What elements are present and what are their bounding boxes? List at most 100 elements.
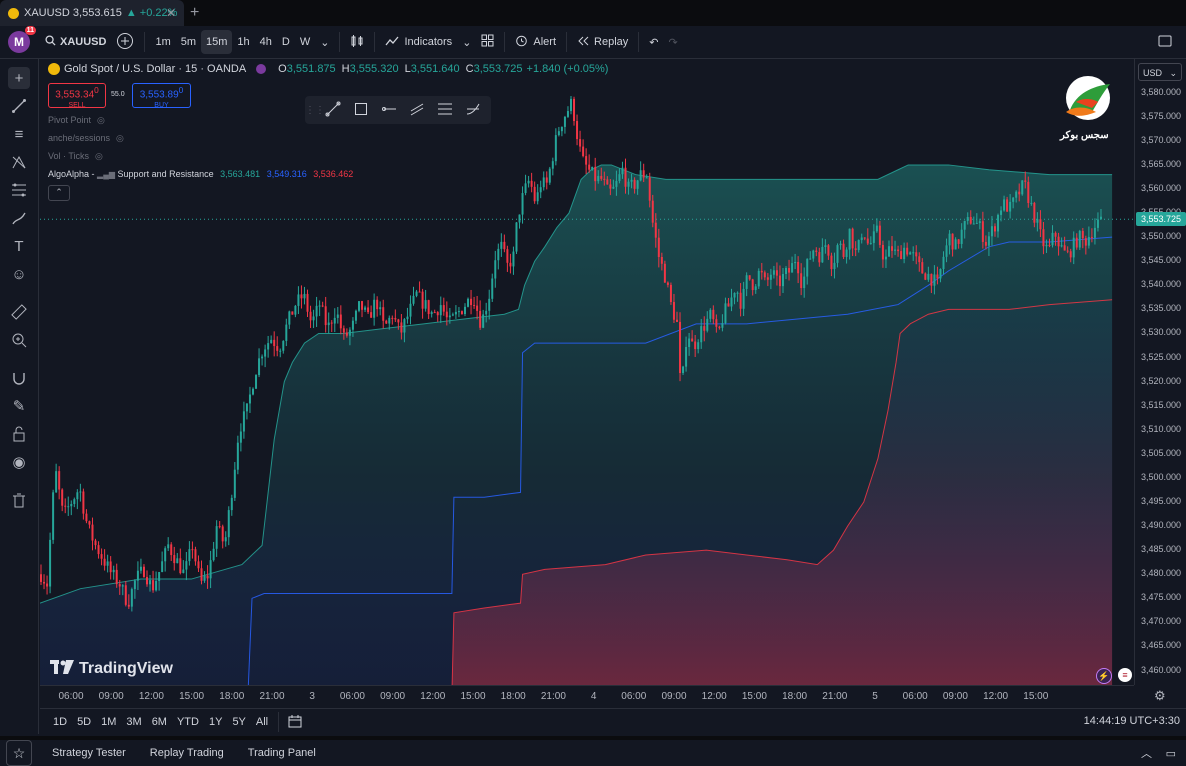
buy-label: BUY: [154, 102, 169, 110]
trend-line-icon[interactable]: [8, 95, 30, 117]
time-axis[interactable]: 06:00 09:00 12:00 15:00 18:00 21:00 3 06:00 09:0…: [40, 685, 1134, 708]
range-5d[interactable]: 5D: [72, 716, 96, 728]
indicator-pivot-point[interactable]: Pivot Point ◎: [48, 115, 105, 126]
chevron-up-icon[interactable]: ︿: [1141, 745, 1152, 761]
interval-dropdown-chevron-icon[interactable]: ⌄: [315, 30, 334, 54]
candle-body: [815, 250, 818, 253]
settings-gear-icon[interactable]: ⚙: [1154, 688, 1166, 704]
tab-replay-trading[interactable]: Replay Trading: [138, 747, 236, 759]
indicators-button[interactable]: Indicators: [380, 30, 457, 54]
compare-symbol-button[interactable]: [111, 30, 139, 54]
range-1m[interactable]: 1M: [96, 716, 121, 728]
close-tab-icon[interactable]: ✕: [166, 6, 176, 20]
pitchfork-icon[interactable]: [8, 151, 30, 173]
candle-body: [512, 251, 515, 267]
us-flag-icon[interactable]: ≡: [1118, 668, 1132, 682]
rectangle-tool-icon[interactable]: [347, 101, 375, 120]
range-3m[interactable]: 3M: [121, 716, 146, 728]
toolbar-divider: [374, 32, 376, 52]
symbol-search-button[interactable]: XAUUSD: [40, 30, 111, 54]
price-axis[interactable]: USD ⌄ 3,580.000 3,575.000 3,570.000 3,565.0…: [1134, 59, 1186, 685]
currency-selector[interactable]: USD ⌄: [1138, 63, 1182, 81]
interval-w[interactable]: W: [295, 30, 315, 54]
range-6m[interactable]: 6M: [147, 716, 172, 728]
indicator-algoalpha[interactable]: AlgoAlpha - ▂▄▆ Support and Resistance 3…: [48, 169, 353, 179]
eye-icon[interactable]: ◉: [8, 451, 30, 473]
browser-tab[interactable]: XAUUSD 3,553.615 ▲ +0.22% ✕: [0, 0, 184, 26]
eye-off-icon[interactable]: ◎: [97, 115, 105, 125]
range-1d[interactable]: 1D: [48, 716, 72, 728]
candle-body: [563, 116, 566, 127]
chart-type-button[interactable]: [345, 30, 369, 54]
horizontal-lines-icon[interactable]: ≡: [8, 123, 30, 145]
range-all[interactable]: All: [251, 716, 273, 728]
collapse-legend-button[interactable]: ⌃: [48, 185, 70, 201]
undo-button[interactable]: ↶: [644, 30, 663, 54]
candle-body: [1033, 202, 1036, 223]
interval-5m[interactable]: 5m: [176, 30, 201, 54]
tradingview-watermark[interactable]: TradingView: [50, 660, 173, 678]
candle-body: [88, 521, 91, 525]
range-1y[interactable]: 1Y: [204, 716, 227, 728]
tab-strategy-tester[interactable]: Strategy Tester: [40, 747, 138, 759]
algo-value-support: 3,536.462: [313, 169, 354, 179]
brush-icon[interactable]: [8, 207, 30, 229]
text-icon[interactable]: T: [8, 235, 30, 257]
interval-1m[interactable]: 1m: [150, 30, 175, 54]
crosshair-icon[interactable]: +: [8, 67, 30, 89]
fib-tool-icon[interactable]: [431, 101, 459, 120]
fib-channel-icon[interactable]: [459, 101, 487, 120]
lock-icon[interactable]: [8, 423, 30, 445]
chart-canvas[interactable]: [40, 59, 1134, 685]
eye-off-icon[interactable]: ◎: [95, 151, 103, 161]
legend-title[interactable]: Gold Spot / U.S. Dollar · 15 · OANDA: [64, 63, 246, 75]
interval-15m[interactable]: 15m: [201, 30, 233, 54]
star-favorites-icon[interactable]: ☆: [6, 740, 32, 766]
sell-button[interactable]: 3,553.340 SELL: [48, 83, 106, 109]
indicator-volume-ticks[interactable]: Vol · Ticks ◎: [48, 151, 103, 162]
ruler-icon[interactable]: [8, 301, 30, 323]
tab-trading-panel[interactable]: Trading Panel: [236, 747, 328, 759]
interval-4h[interactable]: 4h: [255, 30, 277, 54]
horizontal-ray-icon[interactable]: [375, 101, 403, 120]
indicators-dropdown-chevron-icon[interactable]: ⌄: [457, 30, 476, 54]
candle-body: [185, 561, 188, 570]
interval-d[interactable]: D: [277, 30, 295, 54]
fib-retracement-icon[interactable]: [8, 179, 30, 201]
new-tab-button[interactable]: +: [190, 4, 199, 22]
maximize-panel-icon[interactable]: ▭: [1166, 747, 1176, 760]
buy-button[interactable]: 3,553.890 BUY: [132, 83, 191, 110]
sell-price-sup: 0: [94, 85, 99, 95]
replay-button[interactable]: Replay: [572, 30, 633, 54]
indicators-icon: [385, 35, 399, 50]
interval-1h[interactable]: 1h: [232, 30, 254, 54]
smiley-icon[interactable]: ☺: [8, 263, 30, 285]
parallel-channel-icon[interactable]: [403, 101, 431, 120]
candle-body: [43, 581, 46, 584]
lightning-icon[interactable]: ⚡: [1096, 668, 1112, 684]
avatar[interactable]: M 11: [8, 26, 36, 53]
pencil-lock-icon[interactable]: ✎: [8, 395, 30, 417]
fullscreen-button[interactable]: [1158, 35, 1172, 50]
drag-handle-icon[interactable]: ⋮⋮: [305, 105, 325, 116]
zoom-in-icon[interactable]: [8, 329, 30, 351]
magnet-icon[interactable]: [8, 367, 30, 389]
utc-clock[interactable]: 14:44:19 UTC+3:30: [1084, 715, 1180, 727]
range-ytd[interactable]: YTD: [172, 716, 204, 728]
price-chart[interactable]: [40, 59, 1134, 685]
redo-button[interactable]: ↷: [664, 30, 683, 54]
calendar-range-icon[interactable]: [288, 714, 302, 731]
trash-icon[interactable]: [8, 489, 30, 511]
range-5y[interactable]: 5Y: [227, 716, 250, 728]
indicator-sessions[interactable]: anche/sessions ◎: [48, 133, 124, 144]
candle-body: [142, 566, 145, 577]
candle-body: [688, 338, 691, 348]
eye-off-icon[interactable]: ◎: [116, 133, 124, 143]
candle-body: [675, 319, 678, 322]
candle-body: [124, 585, 127, 605]
alert-button[interactable]: Alert: [510, 30, 561, 54]
candle-body: [582, 146, 585, 157]
line-tool-icon[interactable]: [319, 101, 347, 120]
layouts-button[interactable]: [476, 30, 499, 54]
candle-body: [763, 272, 766, 278]
